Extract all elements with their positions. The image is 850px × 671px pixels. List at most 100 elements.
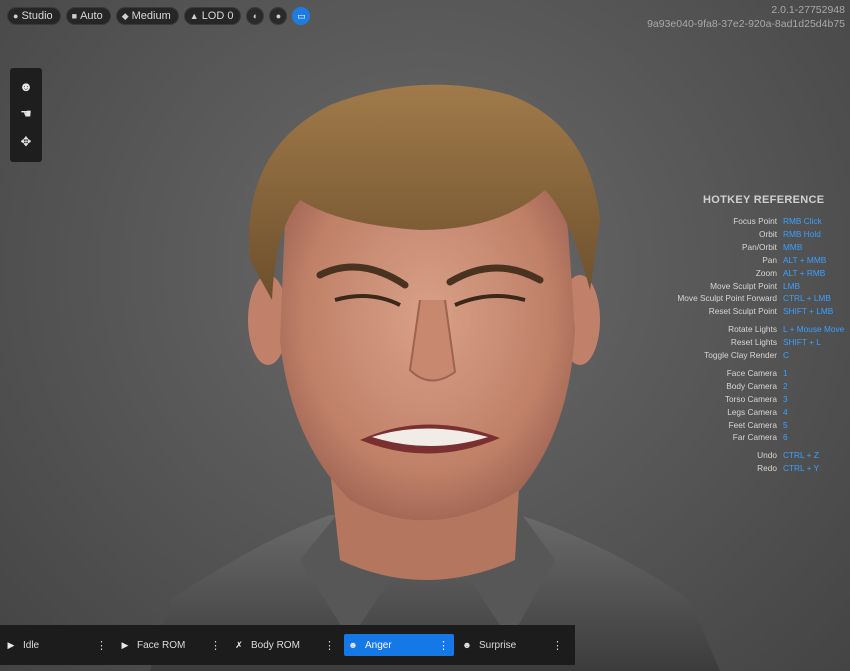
anim-anger-button[interactable]: ☻ Anger ⋮ [344,634,454,656]
camera-mode-label: Auto [80,10,103,22]
hotkey-key: SHIFT + L [783,337,821,348]
hotkey-action: Reset Lights [730,337,777,348]
hotkey-key: LMB [783,280,801,291]
camera-mode-button[interactable]: ■ Auto [65,7,111,25]
hotkey-action: Focus Point [733,216,777,226]
viewport-toolbar: ● Studio ■ Auto ◆ Medium ▲ LOD 0 ◐ ● ▭ [7,7,311,25]
hotkey-key: ALT + MMB [783,254,827,265]
hotkey-row: Torso Camera 3 [670,393,848,406]
camera-icon: ■ [71,11,78,21]
sculpt-hand-icon: ☚ [20,106,32,121]
hotkey-action: Redo [757,463,777,474]
sphere-icon: ● [275,11,282,21]
hotkey-row: Face Camera 1 [670,367,848,380]
hotkey-reference-title: HOTKEY REFERENCE [703,194,825,206]
lighting-preset-label: Studio [21,10,53,22]
hotkey-row: Reset Sculpt Point SHIFT + LMB [670,305,848,318]
more-options-icon[interactable]: ⋮ [210,639,221,652]
hotkey-key: RMB Hold [783,228,821,239]
hotkey-row: Orbit RMB Hold [670,228,848,241]
more-options-icon[interactable]: ⋮ [438,639,449,652]
hotkey-key: CTRL + LMB [783,293,831,304]
hotkey-row: Move Sculpt Point LMB [670,280,848,293]
hotkey-action: Far Camera [732,432,777,443]
hotkey-key: 4 [783,406,788,417]
hotkey-action: Torso Camera [724,393,777,404]
hotkey-key: L + Mouse Move [783,324,845,335]
hotkey-row: Body Camera 2 [670,380,848,393]
hotkey-action: Undo [757,450,777,461]
anim-idle-button[interactable]: ▶ Idle ⋮ [2,634,112,656]
play-icon: ▶ [121,639,129,650]
hotkey-row: Reset Lights SHIFT + L [670,336,848,349]
anim-body-rom-button[interactable]: ✗ Body ROM ⋮ [230,634,340,656]
hotkey-row: Move Sculpt Point Forward CTRL + LMB [670,292,848,305]
hotkey-key: 1 [783,367,788,378]
hotkey-action: Zoom [755,267,777,278]
hotkey-row: Rotate Lights L + Mouse Move [670,323,848,336]
quality-label: Medium [131,10,171,22]
hotkey-key: CTRL + Z [783,450,819,461]
hotkey-row: Focus Point RMB Click [670,215,848,228]
anim-label: Surprise [479,639,517,651]
build-hash: 9a93e040-9fa8-37e2-920a-8ad1d25d4b75 [647,18,845,30]
display-toggle-button[interactable]: ▭ [292,7,311,25]
hotkey-action: Body Camera [726,380,777,391]
anim-label: Face ROM [137,639,186,651]
light-bulb-icon: ● [13,11,19,21]
hotkey-action: Move Sculpt Point Forward [677,293,777,304]
head-icon: ☻ [19,78,33,94]
sculpt-tool-button[interactable]: ☚ [13,100,39,128]
hotkey-action: Legs Camera [727,406,777,417]
lod-icon: ▲ [189,11,199,21]
tool-panel: ☻ ☚ ✥ [10,68,42,162]
hotkey-key: 6 [783,432,788,443]
hotkey-action: Face Camera [726,367,777,378]
hotkey-row: Legs Camera 4 [670,406,848,419]
face-icon: ☻ [348,640,358,650]
anim-label: Anger [365,639,392,651]
sphere-button[interactable]: ● [269,7,288,25]
hotkey-key: SHIFT + LMB [783,306,834,317]
hotkey-key: MMB [783,241,803,252]
hotkey-row: Feet Camera 5 [670,419,848,432]
anim-label: Body ROM [251,639,300,651]
clay-render-icon: ◐ [252,11,259,21]
hotkey-key: CTRL + Y [783,463,820,474]
hotkey-key: 5 [783,419,788,430]
hotkey-row: Undo CTRL + Z [670,449,848,462]
hotkey-key: C [783,350,789,360]
hotkey-row: Zoom ALT + RMB [670,267,848,280]
clay-render-button[interactable]: ◐ [246,7,265,25]
hotkey-action: Toggle Clay Render [704,350,777,360]
play-icon: ▶ [7,639,15,650]
running-figure-icon: ✗ [235,639,243,650]
lighting-preset-button[interactable]: ● Studio [7,7,61,25]
anim-face-rom-button[interactable]: ▶ Face ROM ⋮ [116,634,226,656]
character-viewport[interactable]: ● Studio ■ Auto ◆ Medium ▲ LOD 0 ◐ ● ▭ 2… [0,0,850,671]
more-options-icon[interactable]: ⋮ [552,639,563,652]
hotkey-action: Move Sculpt Point [710,280,777,291]
more-options-icon[interactable]: ⋮ [324,639,335,652]
display-icon: ▭ [297,10,306,21]
move-icon: ✥ [20,134,32,149]
head-tool-button[interactable]: ☻ [13,72,39,100]
version-info: 2.0.1-27752948 9a93e040-9fa8-37e2-920a-8… [647,3,845,31]
quality-button[interactable]: ◆ Medium [115,7,179,25]
hotkey-action: Pan/Orbit [741,241,777,252]
hotkey-key: ALT + RMB [783,267,826,278]
anim-label: Idle [23,639,40,651]
more-options-icon[interactable]: ⋮ [96,639,107,652]
lod-button[interactable]: ▲ LOD 0 [183,7,242,25]
version-number: 2.0.1-27752948 [771,4,845,16]
hotkey-action: Feet Camera [728,419,777,430]
hotkey-row: Redo CTRL + Y [670,462,848,475]
move-tool-button[interactable]: ✥ [13,128,39,156]
hotkey-key: 2 [783,380,788,391]
hotkey-row: Toggle Clay Render C [670,349,848,362]
anim-surprise-button[interactable]: ☻ Surprise ⋮ [458,634,568,656]
hotkey-row: Pan ALT + MMB [670,254,848,267]
hotkey-action: Pan [762,254,777,265]
hotkey-action: Rotate Lights [728,324,777,335]
hotkey-key: 3 [783,393,788,404]
